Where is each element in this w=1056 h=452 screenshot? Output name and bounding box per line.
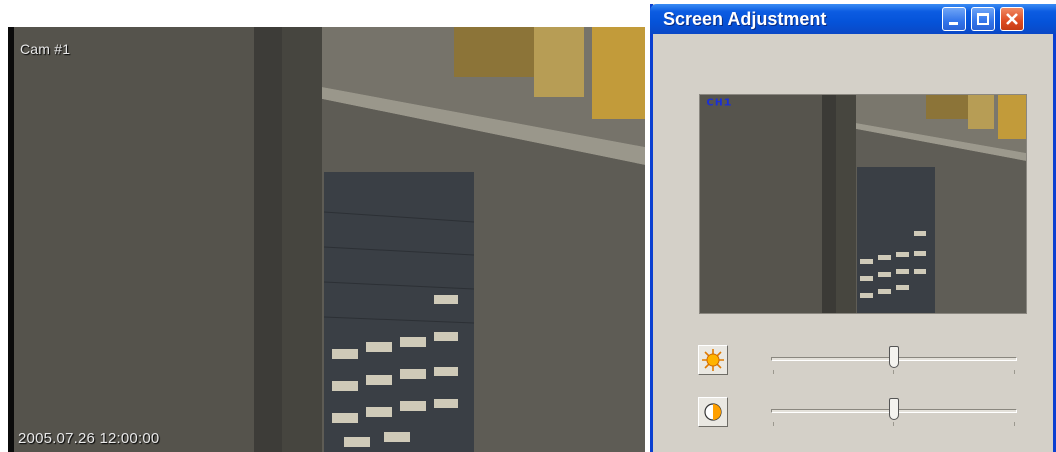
preview-channel-label: CH1 — [706, 97, 733, 109]
maximize-button[interactable] — [971, 7, 995, 31]
camera-timestamp: 2005.07.26 12:00:00 — [18, 430, 160, 447]
camera-label: Cam #1 — [20, 41, 71, 57]
minimize-button[interactable] — [942, 7, 966, 31]
maximize-icon — [977, 13, 989, 25]
slider-tick — [893, 422, 894, 426]
close-icon — [1006, 13, 1018, 25]
slider-tick — [773, 422, 774, 426]
slider-tick — [893, 370, 894, 374]
contrast-icon — [704, 403, 722, 421]
close-button[interactable] — [1000, 7, 1024, 31]
contrast-slider[interactable] — [771, 397, 1021, 427]
camera-image — [14, 27, 645, 452]
camera-scene — [14, 27, 645, 452]
dialog-title: Screen Adjustment — [663, 9, 827, 29]
preview-scene — [700, 95, 1026, 313]
brightness-button[interactable] — [698, 345, 728, 375]
contrast-slider-thumb[interactable] — [889, 398, 899, 420]
title-bar[interactable]: Screen Adjustment — [650, 4, 1056, 34]
contrast-button[interactable] — [698, 397, 728, 427]
camera-view: Cam #1 2005.07.26 12:00:00 — [8, 27, 645, 452]
sun-icon — [702, 349, 724, 371]
slider-tick — [773, 370, 774, 374]
slider-tick — [1014, 422, 1015, 426]
brightness-slider[interactable] — [771, 345, 1021, 375]
brightness-slider-thumb[interactable] — [889, 346, 899, 368]
screen-adjustment-dialog: Screen Adjustment CH1 — [650, 4, 1056, 452]
slider-tick — [1014, 370, 1015, 374]
minimize-icon — [949, 22, 958, 25]
preview-image: CH1 — [699, 94, 1027, 314]
